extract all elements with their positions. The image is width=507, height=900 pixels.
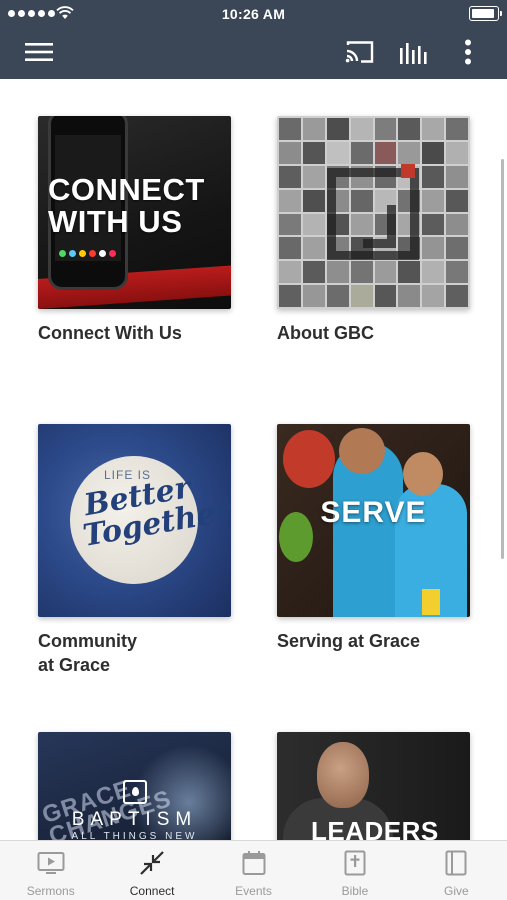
baptism-image-subtitle: ALL THINGS NEW: [71, 831, 198, 840]
tab-label: Sermons: [26, 884, 75, 898]
app-header: 10:26 AM: [0, 0, 507, 79]
community-image: LIFE IS Better Together.: [38, 424, 231, 617]
tab-bible[interactable]: Bible: [304, 841, 405, 900]
menu-button[interactable]: [21, 34, 57, 70]
tab-connect[interactable]: Connect: [101, 841, 202, 900]
tile-serving-at-grace[interactable]: SERVE Serving at Grace: [277, 424, 470, 653]
tile-label: About GBC: [277, 323, 374, 343]
audio-button[interactable]: [396, 34, 432, 70]
tile-community-at-grace[interactable]: LIFE IS Better Together. Community at Gr…: [38, 424, 231, 677]
audio-bars-icon: [400, 43, 427, 64]
tab-label: Connect: [129, 884, 175, 898]
tile-leaders[interactable]: LEADERS: [277, 732, 470, 840]
tab-give[interactable]: Give: [406, 841, 507, 900]
tab-label: Give: [443, 884, 469, 898]
leaders-image: LEADERS: [277, 732, 470, 840]
connect-grid[interactable]: CONNECT WITH US Connect With Us About GB…: [0, 79, 507, 840]
gbc-logo-mark: [327, 168, 419, 260]
cast-button[interactable]: [342, 34, 378, 70]
about-gbc-collage-image: [277, 116, 470, 309]
tile-connect-with-us[interactable]: CONNECT WITH US Connect With Us: [38, 116, 231, 345]
arrows-inward-icon: [140, 851, 164, 875]
battery-icon: [469, 6, 502, 21]
status-bar: 10:26 AM: [0, 0, 507, 28]
tab-sermons[interactable]: Sermons: [0, 841, 101, 900]
more-options-button[interactable]: [450, 34, 486, 70]
give-book-icon: [445, 850, 467, 876]
cast-icon: [345, 41, 374, 63]
tile-about-gbc[interactable]: About GBC: [277, 116, 470, 345]
connect-with-us-image: CONNECT WITH US: [38, 116, 231, 309]
more-vertical-icon: [465, 39, 471, 65]
tile-label: Community at Grace: [38, 631, 137, 675]
video-player-icon: [37, 852, 65, 874]
tab-events[interactable]: Events: [203, 841, 304, 900]
connect-image-headline: CONNECT WITH US: [48, 172, 205, 239]
water-drop-icon: [123, 780, 147, 804]
status-time: 10:26 AM: [221, 6, 286, 22]
bottom-tab-bar: Sermons Connect Events Bible Give: [0, 840, 507, 900]
tile-label: Serving at Grace: [277, 631, 421, 651]
scrollbar[interactable]: [501, 159, 504, 559]
tab-label: Bible: [341, 884, 369, 898]
tile-label: Connect With Us: [38, 323, 182, 343]
calendar-icon: [242, 851, 266, 875]
bible-icon: [344, 850, 366, 876]
leaders-image-text: LEADERS: [311, 816, 439, 840]
serve-image: SERVE: [277, 424, 470, 617]
menu-icon: [25, 43, 53, 61]
tab-label: Events: [235, 884, 272, 898]
serve-image-text: SERVE: [320, 496, 427, 529]
baptism-image-title: BAPTISM: [71, 809, 198, 830]
tile-baptism[interactable]: GRACE CHANGES BAPTISM ALL THINGS NEW: [38, 732, 231, 840]
baptism-image: GRACE CHANGES BAPTISM ALL THINGS NEW: [38, 732, 231, 840]
